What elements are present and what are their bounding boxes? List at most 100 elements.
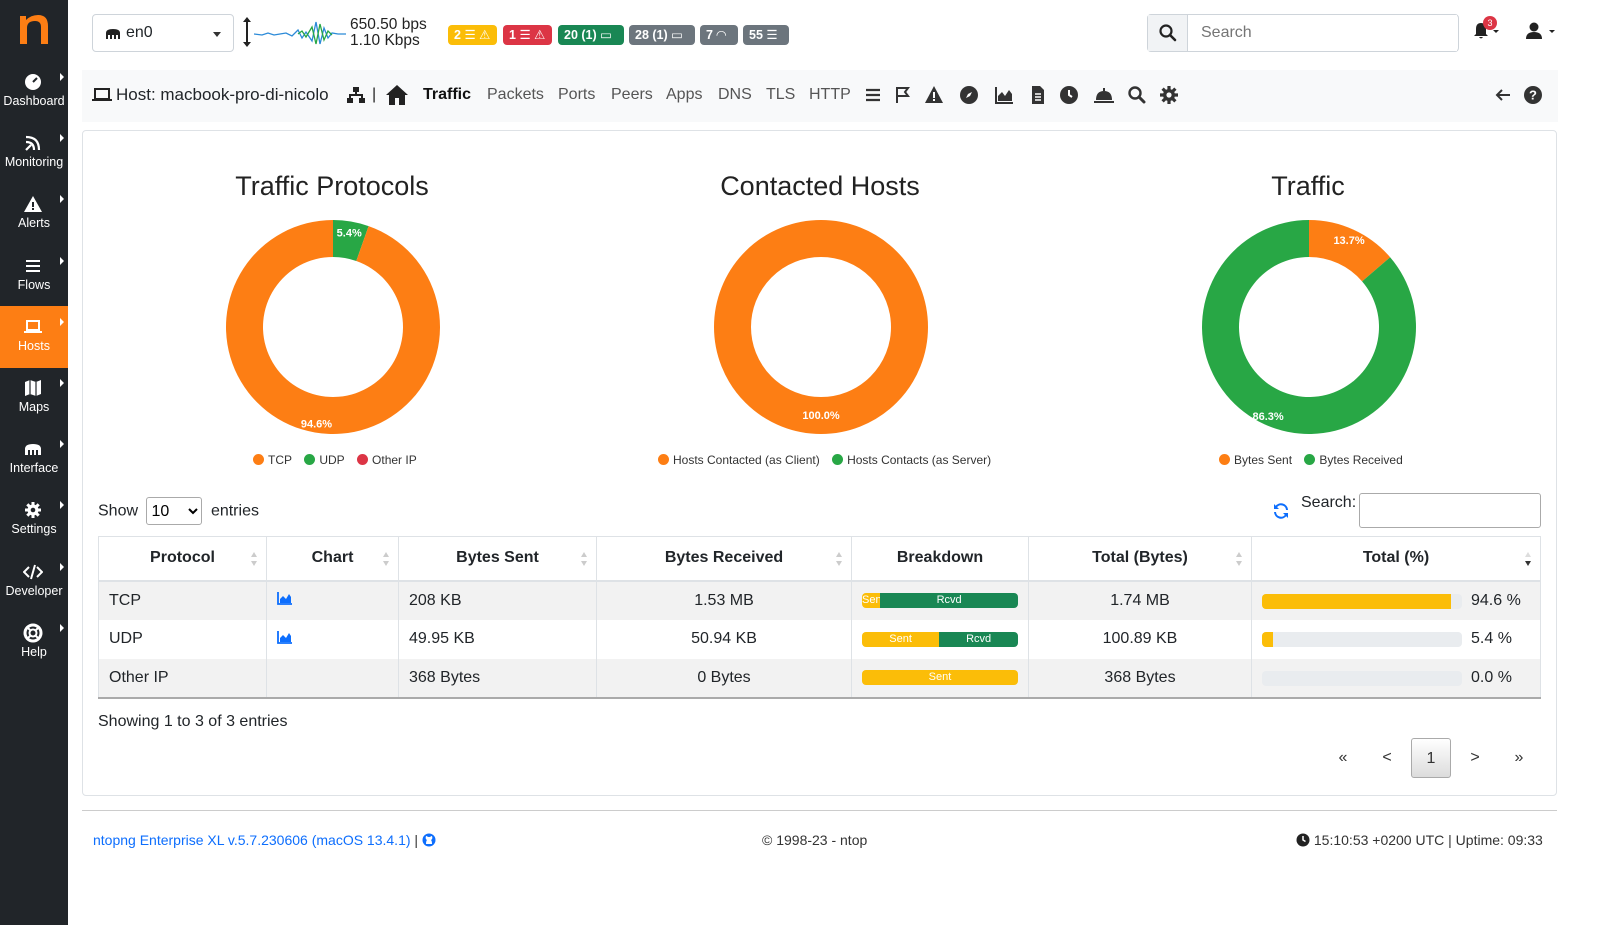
laptop-icon: ▭ — [671, 28, 683, 42]
donut-slice-tcp[interactable] — [225, 220, 440, 434]
zoom-icon[interactable] — [1127, 85, 1147, 105]
sidebar-item-monitoring[interactable]: Monitoring — [0, 122, 68, 184]
flag-icon[interactable] — [893, 85, 913, 105]
dashboard-icon — [25, 74, 41, 90]
legend-item[interactable]: Hosts Contacted (as Client) — [658, 453, 820, 467]
page-size-select[interactable]: 10 — [146, 497, 203, 525]
legend-item[interactable]: Hosts Contacts (as Server) — [832, 453, 991, 467]
pct-bar — [1262, 631, 1462, 647]
col-total-pct[interactable]: Total (%) — [1251, 536, 1541, 582]
gear-icon — [25, 502, 41, 519]
page-size-control: Show 10 entries — [98, 497, 259, 525]
col-protocol[interactable]: Protocol — [98, 536, 267, 582]
tab-http[interactable]: HTTP — [809, 86, 851, 104]
page-last[interactable]: » — [1499, 738, 1539, 778]
tab-apps[interactable]: Apps — [666, 86, 702, 104]
interface-name: en0 — [126, 24, 153, 41]
legend-item[interactable]: Bytes Sent — [1219, 453, 1292, 467]
page-current[interactable]: 1 — [1411, 738, 1451, 778]
error-alerts-badge[interactable]: 1 ☰ ⚠ — [503, 25, 552, 45]
notification-count-badge: 3 — [1483, 16, 1497, 30]
home-icon[interactable] — [385, 84, 409, 106]
version-link[interactable]: ntopng Enterprise XL v.5.7.230606 (macOS… — [93, 832, 411, 848]
legend-item[interactable]: UDP — [304, 453, 345, 467]
area-chart-icon[interactable] — [277, 591, 293, 605]
user-icon[interactable] — [1525, 22, 1559, 40]
help-icon[interactable]: ? — [1523, 85, 1543, 105]
sort-icon — [251, 552, 257, 566]
chevron-down-icon — [213, 32, 221, 37]
warning-icon: ⚠ — [534, 28, 546, 42]
tab-peers[interactable]: Peers — [611, 86, 653, 104]
protocols-legend: TCP UDP Other IP — [253, 453, 426, 467]
tab-dns[interactable]: DNS — [718, 86, 752, 104]
legend-item[interactable]: TCP — [253, 453, 292, 467]
service-bell-icon[interactable] — [1093, 85, 1115, 105]
tab-tls[interactable]: TLS — [766, 86, 795, 104]
interface-selector[interactable]: en0 — [92, 14, 234, 52]
area-chart-icon[interactable] — [277, 630, 293, 644]
github-icon[interactable] — [422, 833, 436, 847]
sidebar-item-developer[interactable]: Developer — [0, 551, 68, 613]
devices-badge[interactable]: 7 ◠ — [700, 25, 738, 45]
clock-icon[interactable] — [1059, 85, 1079, 105]
page-prev[interactable]: < — [1367, 738, 1407, 778]
donut-label: 86.3% — [1253, 411, 1284, 423]
traffic-donut: 13.7% 86.3% — [1202, 220, 1416, 434]
flows-badge[interactable]: 55 ☰ — [743, 25, 789, 45]
back-arrow-icon[interactable] — [1493, 85, 1513, 105]
sidebar-item-dashboard[interactable]: Dashboard — [0, 61, 68, 123]
map-icon — [25, 380, 41, 396]
legend-swatch — [658, 454, 669, 465]
rate-up: 650.50 bps — [350, 16, 427, 33]
rate-down: 1.10 Kbps — [350, 32, 420, 49]
col-bytes-received[interactable]: Bytes Received — [596, 536, 852, 582]
engaged-alerts-badge[interactable]: 2 ☰ ⚠ — [448, 25, 497, 45]
version-info[interactable]: ntopng Enterprise XL v.5.7.230606 (macOS… — [93, 832, 436, 848]
sidebar-item-alerts[interactable]: Alerts — [0, 183, 68, 245]
remote-hosts-badge[interactable]: 28 (1) ▭ — [629, 25, 695, 45]
sidebar-item-help[interactable]: Help — [0, 612, 68, 674]
flows-icon[interactable] — [863, 85, 883, 105]
pct-bar — [1262, 670, 1462, 686]
sidebar-item-hosts[interactable]: Hosts — [0, 305, 68, 368]
search-button[interactable] — [1148, 15, 1188, 51]
local-hosts-badge[interactable]: 20 (1) ▭ — [558, 25, 624, 45]
gear-icon[interactable] — [1159, 85, 1179, 105]
global-search — [1147, 14, 1459, 52]
legend-item[interactable]: Bytes Received — [1304, 453, 1403, 467]
tab-packets[interactable]: Packets — [487, 86, 544, 104]
caret-right-icon — [60, 623, 64, 632]
tab-traffic[interactable]: Traffic — [423, 86, 471, 104]
tab-ports[interactable]: Ports — [558, 86, 595, 104]
cell-bytes-received: 0 Bytes — [596, 658, 852, 699]
sidebar-item-flows[interactable]: Flows — [0, 245, 68, 307]
donut-slice-hosts-contacted-as-client-[interactable] — [714, 220, 928, 434]
flows-icon — [26, 259, 40, 272]
col-bytes-sent[interactable]: Bytes Sent — [398, 536, 597, 582]
page-next[interactable]: > — [1455, 738, 1495, 778]
compass-icon[interactable] — [959, 85, 979, 105]
sidebar-item-settings[interactable]: Settings — [0, 489, 68, 551]
traffic-legend: Bytes Sent Bytes Received — [1219, 453, 1412, 467]
contacted-legend: Hosts Contacted (as Client) Hosts Contac… — [658, 453, 1000, 467]
warning-icon[interactable] — [924, 85, 944, 105]
document-icon[interactable] — [1028, 85, 1048, 105]
cell-protocol: UDP — [98, 619, 267, 659]
network-map-icon[interactable] — [346, 85, 366, 105]
sidebar-item-maps[interactable]: Maps — [0, 367, 68, 429]
refresh-icon[interactable] — [1272, 502, 1290, 520]
sidebar-item-interface[interactable]: Interface — [0, 428, 68, 490]
area-chart-icon[interactable] — [994, 85, 1014, 105]
col-chart[interactable]: Chart — [266, 536, 399, 582]
col-total-bytes[interactable]: Total (Bytes) — [1028, 536, 1252, 582]
table-search-input[interactable] — [1359, 493, 1541, 528]
search-input[interactable] — [1189, 15, 1457, 51]
ntopng-logo[interactable] — [16, 8, 52, 48]
table-row: TCP 208 KB1.53 MB SentRcvd 1.74 MB 94.6 % — [98, 580, 1541, 620]
legend-item[interactable]: Other IP — [357, 453, 417, 467]
cell-bytes-sent: 208 KB — [398, 580, 597, 620]
breakdown-sent: Sent — [862, 631, 940, 647]
page-first[interactable]: « — [1323, 738, 1363, 778]
table-search: Search: — [1301, 493, 1541, 528]
